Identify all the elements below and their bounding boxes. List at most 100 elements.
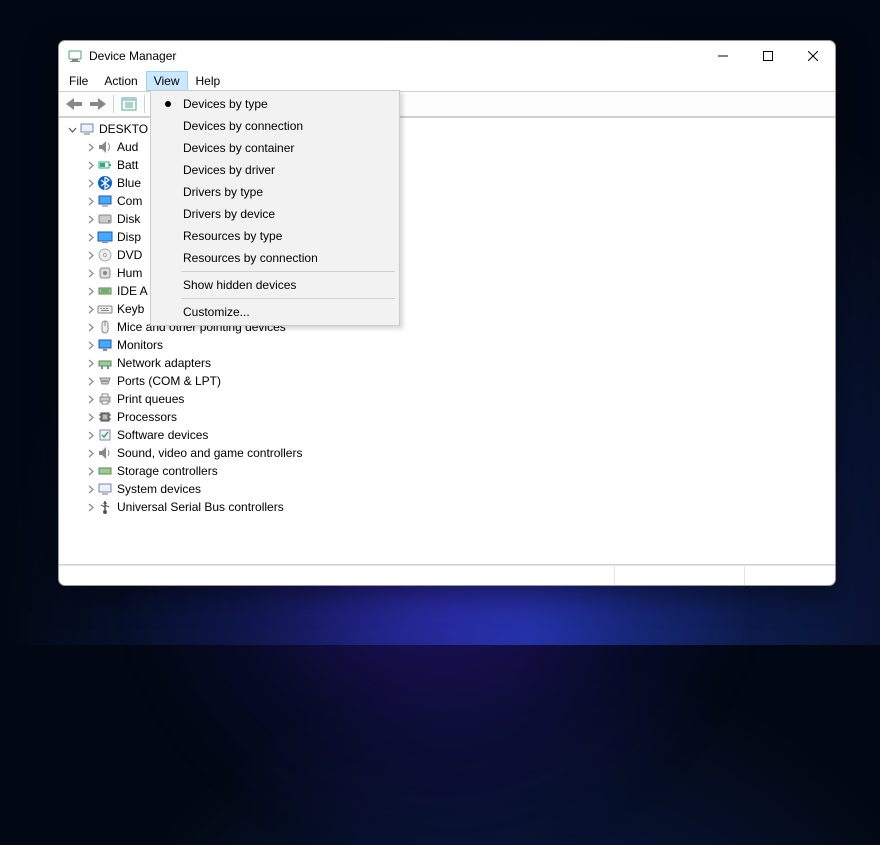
chevron-right-icon[interactable]: [83, 179, 97, 188]
menu-item[interactable]: Devices by driver: [153, 159, 397, 181]
chevron-right-icon[interactable]: [83, 377, 97, 386]
tree-node-label: Network adapters: [117, 356, 211, 370]
chevron-right-icon[interactable]: [83, 485, 97, 494]
hid-icon: [97, 265, 113, 281]
chevron-down-icon[interactable]: [65, 125, 79, 134]
bluetooth-icon: [97, 175, 113, 191]
minimize-button[interactable]: [700, 42, 745, 71]
selected-indicator-icon: [165, 101, 171, 107]
chevron-right-icon[interactable]: [83, 143, 97, 152]
tree-node[interactable]: Network adapters: [63, 354, 831, 372]
tree-node[interactable]: Sound, video and game controllers: [63, 444, 831, 462]
storage-icon: [97, 463, 113, 479]
display-icon: [97, 229, 113, 245]
tree-node-label: Keyb: [117, 302, 144, 316]
tree-node-label: Hum: [117, 266, 142, 280]
menu-show-hidden-devices[interactable]: Show hidden devices: [153, 274, 397, 296]
tree-root-label: DESKTO: [99, 122, 148, 136]
menu-item[interactable]: Resources by connection: [153, 247, 397, 269]
statusbar: [59, 565, 835, 585]
menu-item[interactable]: Devices by type: [153, 93, 397, 115]
menu-item[interactable]: Devices by connection: [153, 115, 397, 137]
tree-node-label: Com: [117, 194, 142, 208]
tree-node-label: Batt: [117, 158, 138, 172]
software-icon: [97, 427, 113, 443]
tree-node[interactable]: Ports (COM & LPT): [63, 372, 831, 390]
menu-view[interactable]: View: [146, 71, 188, 91]
menu-item[interactable]: Drivers by type: [153, 181, 397, 203]
chevron-right-icon[interactable]: [83, 395, 97, 404]
sound-icon: [97, 445, 113, 461]
menu-item-label: Devices by driver: [183, 163, 275, 177]
chevron-right-icon[interactable]: [83, 197, 97, 206]
chevron-right-icon[interactable]: [83, 305, 97, 314]
maximize-button[interactable]: [745, 42, 790, 71]
chevron-right-icon[interactable]: [83, 287, 97, 296]
menu-item[interactable]: Devices by container: [153, 137, 397, 159]
window-title: Device Manager: [89, 49, 176, 63]
menu-action[interactable]: Action: [96, 71, 145, 91]
computer-icon: [97, 193, 113, 209]
processor-icon: [97, 409, 113, 425]
tree-node-label: Software devices: [117, 428, 208, 442]
chevron-right-icon[interactable]: [83, 161, 97, 170]
menubar: File Action View Help: [59, 71, 835, 91]
tree-node-label: System devices: [117, 482, 201, 496]
system-icon: [97, 481, 113, 497]
ide-icon: [97, 283, 113, 299]
tree-node[interactable]: Universal Serial Bus controllers: [63, 498, 831, 516]
tree-node-label: Aud: [117, 140, 138, 154]
dvd-icon: [97, 247, 113, 263]
menu-file[interactable]: File: [61, 71, 96, 91]
chevron-right-icon[interactable]: [83, 251, 97, 260]
chevron-right-icon[interactable]: [83, 467, 97, 476]
menu-item-label: Devices by type: [183, 97, 268, 111]
toolbar-separator: [113, 95, 114, 113]
tree-node-label: Ports (COM & LPT): [117, 374, 221, 388]
chevron-right-icon[interactable]: [83, 359, 97, 368]
tree-node-label: Monitors: [117, 338, 163, 352]
menu-item-label: Resources by connection: [183, 251, 318, 265]
tree-node-label: Disp: [117, 230, 141, 244]
tree-node[interactable]: Monitors: [63, 336, 831, 354]
audio-icon: [97, 139, 113, 155]
tree-node-label: Print queues: [117, 392, 184, 406]
mouse-icon: [97, 319, 113, 335]
tree-node[interactable]: Print queues: [63, 390, 831, 408]
tree-node[interactable]: Software devices: [63, 426, 831, 444]
tree-node-label: Processors: [117, 410, 177, 424]
show-hide-tree-button[interactable]: [118, 93, 140, 115]
tree-node[interactable]: System devices: [63, 480, 831, 498]
chevron-right-icon[interactable]: [83, 269, 97, 278]
menu-item[interactable]: Resources by type: [153, 225, 397, 247]
chevron-right-icon[interactable]: [83, 449, 97, 458]
computer-icon: [79, 121, 95, 137]
menu-item-label: Drivers by device: [183, 207, 275, 221]
tree-node-label: IDE A: [117, 284, 148, 298]
tree-node[interactable]: Storage controllers: [63, 462, 831, 480]
chevron-right-icon[interactable]: [83, 503, 97, 512]
chevron-right-icon[interactable]: [83, 215, 97, 224]
battery-icon: [97, 157, 113, 173]
close-button[interactable]: [790, 42, 835, 71]
menu-help[interactable]: Help: [188, 71, 229, 91]
disk-icon: [97, 211, 113, 227]
menu-separator: [181, 271, 395, 272]
tree-node-label: DVD: [117, 248, 142, 262]
menu-item-label: Resources by type: [183, 229, 282, 243]
view-dropdown-menu: Devices by typeDevices by connectionDevi…: [150, 90, 400, 326]
menu-customize[interactable]: Customize...: [153, 301, 397, 323]
nav-back-button[interactable]: [63, 93, 85, 115]
menu-item[interactable]: Drivers by device: [153, 203, 397, 225]
chevron-right-icon[interactable]: [83, 323, 97, 332]
toolbar-separator: [144, 95, 145, 113]
titlebar[interactable]: Device Manager: [59, 41, 835, 71]
chevron-right-icon[interactable]: [83, 233, 97, 242]
chevron-right-icon[interactable]: [83, 341, 97, 350]
chevron-right-icon[interactable]: [83, 413, 97, 422]
tree-node[interactable]: Processors: [63, 408, 831, 426]
network-icon: [97, 355, 113, 371]
chevron-right-icon[interactable]: [83, 431, 97, 440]
port-icon: [97, 373, 113, 389]
nav-forward-button[interactable]: [87, 93, 109, 115]
